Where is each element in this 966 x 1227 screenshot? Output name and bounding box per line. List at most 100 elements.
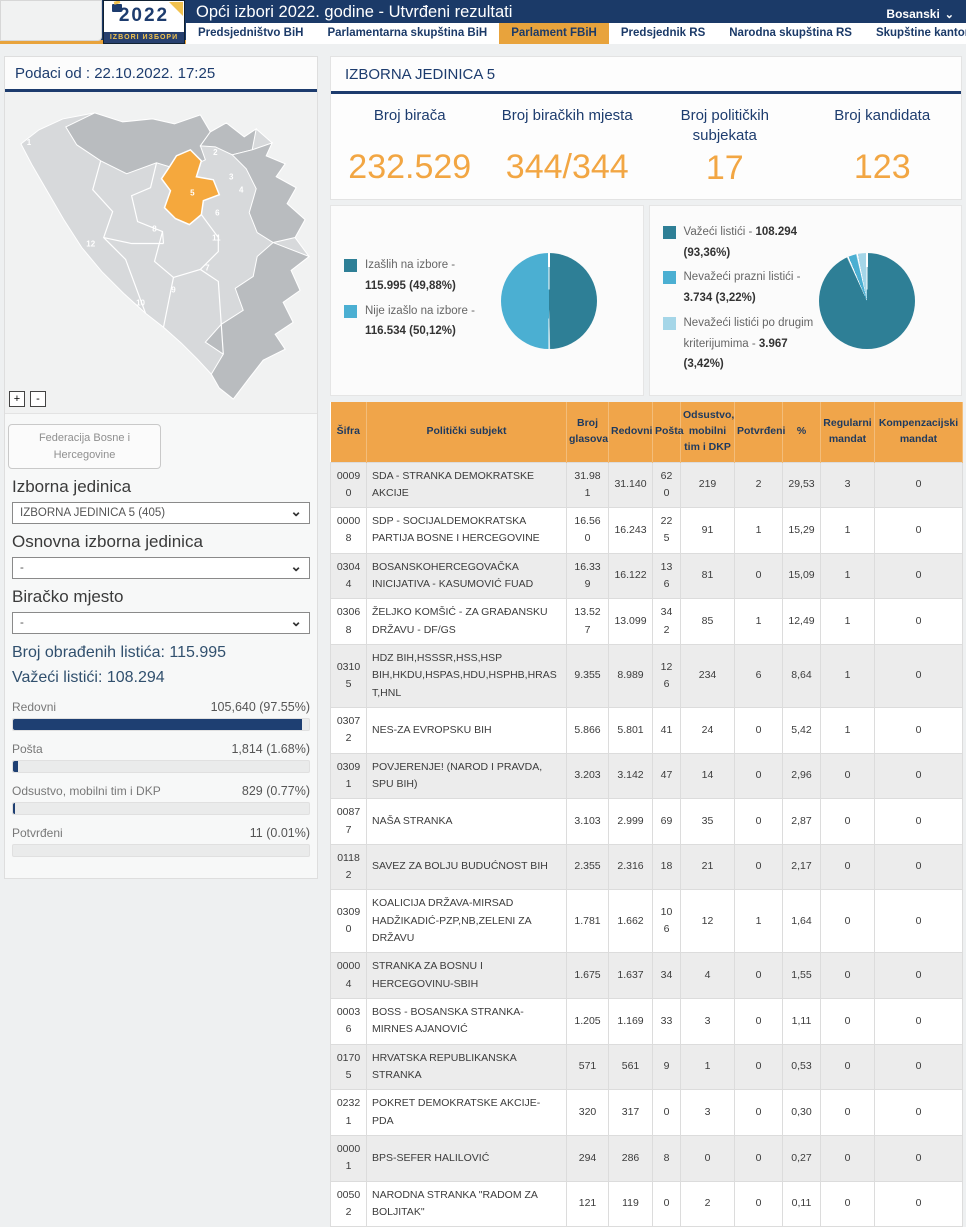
cell-value: 0: [653, 1181, 681, 1227]
cell-value: 2: [735, 462, 783, 508]
cell-value: 0: [875, 753, 963, 799]
tab-predsjednistvo-bih[interactable]: Predsjedništvo BiH: [186, 23, 315, 44]
ballot-breakdown-bars: Redovni105,640 (97.55%)Pošta1,814 (1.68%…: [5, 694, 317, 857]
cell-party-name: BPS-SEFER HALILOVIĆ: [367, 1135, 567, 1181]
ballot-bar-top: Pošta1,814 (1.68%): [12, 742, 310, 756]
ballot-bar-row: Pošta1,814 (1.68%): [12, 742, 310, 773]
cell-value: 0: [735, 953, 783, 999]
table-row: 00004STRANKA ZA BOSNU I HERCEGOVINU-SBIH…: [331, 953, 963, 999]
legend-swatch: [344, 259, 357, 272]
table-row: 03091POVJERENJE! (NAROD I PRAVDA, SPU BI…: [331, 753, 963, 799]
cell-value: 0: [875, 508, 963, 554]
page-title: Opći izbori 2022. godine - Utvrđeni rezu…: [196, 3, 512, 22]
ballot-bar-value: 11 (0.01%): [250, 826, 310, 840]
cell-value: 0: [875, 1090, 963, 1136]
table-row: 02321POKRET DEMOKRATSKE AKCIJE-PDA320317…: [331, 1090, 963, 1136]
cell-value: 0: [653, 1090, 681, 1136]
cell-value: 31.140: [609, 462, 653, 508]
cell-value: 1,64: [783, 890, 821, 953]
select-biracko-mjesto[interactable]: -⌄: [12, 612, 310, 634]
stat-block: Broj birača232.529: [331, 106, 489, 188]
table-row: 00877NAŠA STRANKA3.1032.999693502,8700: [331, 799, 963, 845]
map-svg: 123456811127910: [5, 92, 317, 413]
cell-value: 0: [875, 799, 963, 845]
cell-value: 0: [875, 553, 963, 599]
cell-value: 33: [653, 999, 681, 1045]
cell-value: 12: [681, 890, 735, 953]
cell-party-name: POKRET DEMOKRATSKE AKCIJE-PDA: [367, 1090, 567, 1136]
cell-value: 13.527: [567, 599, 609, 645]
tab-narodna-skupstina-rs[interactable]: Narodna skupština RS: [717, 23, 864, 44]
cell-value: 15,09: [783, 553, 821, 599]
ballot-bar-label: Potvrđeni: [12, 826, 63, 840]
summary-line-1: Broj obrađenih listića: 115.995: [12, 644, 310, 662]
cell-value: 1: [821, 707, 875, 753]
cell-party-name: NARODNA STRANKA "RADOM ZA BOLJITAK": [367, 1181, 567, 1227]
cell-value: 12,49: [783, 599, 821, 645]
legend-swatch: [663, 317, 676, 330]
select-izborna-jedinica[interactable]: IZBORNA JEDINICA 5 (405)⌄: [12, 502, 310, 524]
tab-skupstine-kantona-u-fbih[interactable]: Skupštine kantona u FBiH: [864, 23, 966, 44]
cell-code: 00502: [331, 1181, 367, 1227]
legend-swatch: [663, 271, 676, 284]
legend-item: Važeći listići - 108.294 (93,36%): [663, 222, 818, 263]
cell-code: 01705: [331, 1044, 367, 1090]
cell-value: 0: [821, 1135, 875, 1181]
legend-label: Važeći listići - 108.294 (93,36%): [684, 222, 818, 263]
cell-value: 0: [735, 1090, 783, 1136]
map-container[interactable]: 123456811127910 +-: [5, 92, 317, 414]
cell-value: 1: [821, 645, 875, 708]
chevron-down-icon: ⌄: [290, 613, 302, 630]
select-value-biracko-mjesto: -: [20, 617, 24, 629]
ballot-summary: Broj obrađenih listića: 115.995Važeći li…: [5, 634, 317, 687]
cell-value: 0: [875, 953, 963, 999]
cell-value: 0: [735, 753, 783, 799]
table-row: 01182SAVEZ ZA BOLJU BUDUĆNOST BIH2.3552.…: [331, 844, 963, 890]
legend-item: Nevažeći prazni listići - 3.734 (3,22%): [663, 267, 818, 308]
cell-value: 1: [735, 508, 783, 554]
ballot-bar-top: Odsustvo, mobilni tim i DKP829 (0.77%): [12, 784, 310, 798]
tab-parlamentarna-skupstina-bih[interactable]: Parlamentarna skupština BiH: [315, 23, 499, 44]
map-zoom-out-button[interactable]: -: [30, 391, 46, 407]
tab-predsjednik-rs[interactable]: Predsjednik RS: [609, 23, 717, 44]
ballot-bar-value: 829 (0.77%): [242, 784, 310, 798]
legend-value: 116.534 (50,12%): [365, 325, 456, 337]
map-unit-label-8: 8: [152, 225, 157, 234]
language-label: Bosanski: [886, 7, 939, 21]
language-selector[interactable]: Bosanski ⌄: [886, 7, 954, 21]
cell-code: 03072: [331, 707, 367, 753]
table-row: 03072NES-ZA EVROPSKU BIH5.8665.801412405…: [331, 707, 963, 753]
chevron-down-icon: ⌄: [945, 9, 954, 21]
ballot-bar-value: 1,814 (1.68%): [231, 742, 310, 756]
cell-value: 0,30: [783, 1090, 821, 1136]
logo-caption: IZBORI ИЗБОРИ: [104, 32, 184, 43]
cell-value: 0: [875, 645, 963, 708]
cell-value: 225: [653, 508, 681, 554]
cell-value: 16.339: [567, 553, 609, 599]
cell-party-name: POVJERENJE! (NAROD I PRAVDA, SPU BIH): [367, 753, 567, 799]
pie-charts-row: Izašlih na izbore - 115.995 (49,88%)Nije…: [330, 205, 962, 396]
cell-value: 2,87: [783, 799, 821, 845]
cell-value: 0: [821, 1044, 875, 1090]
cell-value: 0: [875, 890, 963, 953]
stat-value: 123: [804, 148, 962, 187]
legend-swatch: [344, 305, 357, 318]
cell-code: 03068: [331, 599, 367, 645]
filter-label-izborna-jedinica: Izborna jedinica: [12, 477, 310, 497]
cell-value: 317: [609, 1090, 653, 1136]
cell-value: 0: [821, 844, 875, 890]
cell-value: 18: [653, 844, 681, 890]
map-zoom-in-button[interactable]: +: [9, 391, 25, 407]
results-table: ŠifraPolitički subjektBroj glasovaRedovn…: [330, 402, 963, 1227]
federation-region-button[interactable]: Federacija Bosne i Hercegovine: [8, 424, 161, 469]
select-osnovna-izborna-jedinica[interactable]: -⌄: [12, 557, 310, 579]
cell-code: 00877: [331, 799, 367, 845]
table-row: 03105HDZ BIH,HSSSR,HSS,HSP BIH,HKDU,HSPA…: [331, 645, 963, 708]
cell-value: 0: [875, 707, 963, 753]
filter-label-osnovna-izborna-jedinica: Osnovna izborna jedinica: [12, 532, 310, 552]
tab-parlament-fbih[interactable]: Parlament FBiH: [499, 23, 609, 44]
cell-value: 1: [735, 890, 783, 953]
cell-value: 13.099: [609, 599, 653, 645]
cell-value: 0: [681, 1135, 735, 1181]
cell-value: 47: [653, 753, 681, 799]
